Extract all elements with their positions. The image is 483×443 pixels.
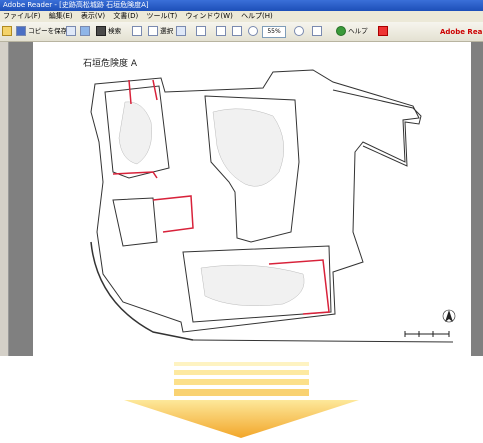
hand-tool-button[interactable] — [132, 25, 142, 38]
binoculars-icon — [96, 26, 106, 36]
menu-file[interactable]: ファイル(F) — [3, 12, 41, 20]
help-label: ヘルプ — [348, 27, 368, 35]
moat-line — [192, 339, 454, 343]
menu-edit[interactable]: 編集(E) — [49, 12, 73, 20]
castle-site-map — [90, 69, 456, 343]
save-icon — [16, 26, 26, 36]
menu-view[interactable]: 表示(V) — [81, 12, 105, 20]
minus-circle-icon — [248, 26, 258, 36]
zoom-in-button[interactable] — [196, 25, 206, 38]
adobe-reader-window: Adobe Reader - [史跡高松城跡 石垣危険度A] ファイル(F) 編… — [0, 0, 483, 356]
pages-icon — [312, 26, 322, 36]
scale-bar — [404, 331, 450, 337]
title-bar: Adobe Reader - [史跡高松城跡 石垣危険度A] — [0, 0, 483, 11]
email-icon — [80, 26, 90, 36]
pages-button[interactable] — [312, 25, 322, 38]
magnifier-icon — [196, 26, 206, 36]
down-arrow-icon — [124, 362, 359, 438]
search-label: 検索 — [108, 27, 122, 35]
save-copy-label: コピーを保存 — [28, 27, 68, 35]
toolbar: コピーを保存 検索 選択 55% ヘルプ Adobe Rea — [0, 22, 483, 42]
zoom-level-input[interactable]: 55% — [262, 26, 286, 38]
plus-circle-icon — [294, 26, 304, 36]
camera-icon — [176, 26, 186, 36]
menu-window[interactable]: ウィンドウ(W) — [185, 12, 232, 20]
open-button[interactable] — [2, 25, 12, 38]
garden-texture-south — [200, 264, 305, 307]
yahoo-icon — [378, 26, 388, 36]
fit-width-button[interactable] — [232, 25, 242, 38]
menu-help[interactable]: ヘルプ(H) — [241, 12, 273, 20]
select-tool-button[interactable]: 選択 — [148, 25, 173, 38]
moat-curve — [90, 241, 194, 341]
text-cursor-icon — [148, 26, 158, 36]
help-icon — [336, 26, 346, 36]
menu-document[interactable]: 文書(D) — [113, 12, 138, 20]
zoom-in-plus-button[interactable] — [294, 25, 304, 38]
snapshot-button[interactable] — [176, 25, 186, 38]
inner-area-texture — [118, 101, 152, 165]
north-arrow-icon — [442, 309, 456, 323]
help-button[interactable]: ヘルプ — [336, 25, 368, 38]
print-button[interactable] — [66, 25, 76, 38]
print-icon — [66, 26, 76, 36]
down-arrow-graphic — [0, 356, 483, 439]
fit-page-button[interactable] — [216, 25, 226, 38]
save-copy-button[interactable]: コピーを保存 — [16, 25, 67, 38]
navigation-pane-strip[interactable] — [0, 42, 9, 356]
yahoo-button[interactable] — [378, 25, 388, 38]
danger-wall-north — [128, 79, 158, 105]
select-label: 選択 — [160, 27, 174, 35]
east-wall — [332, 89, 422, 167]
email-button[interactable] — [80, 25, 90, 38]
search-button[interactable]: 検索 — [96, 25, 121, 38]
west-compound — [112, 197, 158, 247]
document-area[interactable]: 石垣危険度 A — [0, 42, 483, 356]
fit-width-icon — [232, 26, 242, 36]
garden-texture — [212, 108, 285, 187]
hand-icon — [132, 26, 142, 36]
danger-wall-middle — [152, 195, 194, 233]
adobe-reader-logo: Adobe Rea — [440, 28, 483, 36]
menu-bar: ファイル(F) 編集(E) 表示(V) 文書(D) ツール(T) ウィンドウ(W… — [0, 11, 483, 22]
zoom-out-button[interactable] — [248, 25, 258, 38]
pdf-page: 石垣危険度 A — [33, 42, 471, 356]
fit-page-icon — [216, 26, 226, 36]
menu-tools[interactable]: ツール(T) — [146, 12, 177, 20]
open-folder-icon — [2, 26, 12, 36]
